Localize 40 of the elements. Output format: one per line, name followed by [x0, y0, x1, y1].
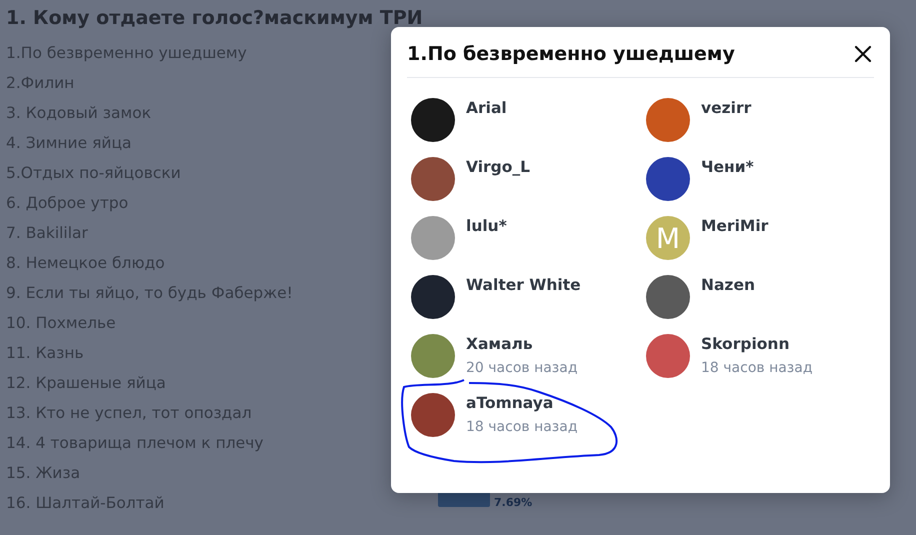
dialog-title: 1.По безвременно ушедшему	[407, 43, 735, 65]
voter-name[interactable]: MeriMir	[701, 216, 768, 236]
poll-option: 9. Если ты яйцо, то будь Фаберже!	[6, 278, 293, 308]
voter-name[interactable]: Nazen	[701, 275, 756, 295]
voter-name[interactable]: lulu*	[466, 216, 507, 236]
poll-option: 3. Кодовый замок	[6, 98, 152, 128]
poll-option: 4. Зимние яйца	[6, 128, 132, 158]
voter-name[interactable]: Хамаль	[466, 334, 578, 354]
poll-option: 14. 4 товарища плечом к плечу	[6, 428, 264, 458]
avatar-photo[interactable]	[646, 157, 690, 201]
voter-name[interactable]: Skorpionn	[701, 334, 813, 354]
voter-name[interactable]: Чени*	[701, 157, 754, 177]
avatar-photo[interactable]	[411, 98, 455, 142]
avatar-photo[interactable]	[646, 275, 690, 319]
voter-name[interactable]: Virgo_L	[466, 157, 530, 177]
voter-name[interactable]: Arial	[466, 98, 507, 118]
poll-option: 7. Bakililar	[6, 218, 88, 248]
poll-option: 12. Крашеные яйца	[6, 368, 166, 398]
voter-name[interactable]: Walter White	[466, 275, 581, 295]
poll-option: 13. Кто не успел, тот опоздал	[6, 398, 252, 428]
result-percent: 7.69%	[494, 496, 532, 509]
poll-option: 8. Немецкое блюдо	[6, 248, 165, 278]
vote-time: 18 часов назад	[701, 359, 813, 378]
vote-time: 20 часов назад	[466, 359, 578, 378]
vote-time: 18 часов назад	[466, 418, 578, 437]
poll-option: 1.По безвременно ушедшему	[6, 38, 247, 68]
poll-question: 1. Кому отдаете голос?маскимум ТРИ	[6, 6, 424, 30]
poll-option: 10. Похмелье	[6, 308, 116, 338]
avatar-photo[interactable]	[411, 275, 455, 319]
poll-option: 15. Жиза	[6, 458, 80, 488]
close-button[interactable]	[852, 43, 874, 65]
poll-option: 5.Отдых по-яйцовски	[6, 158, 181, 188]
poll-option: 2.Филин	[6, 68, 74, 98]
avatar-photo[interactable]	[411, 157, 455, 201]
avatar-photo[interactable]	[411, 393, 455, 437]
poll-option: 11. Казнь	[6, 338, 84, 368]
poll-option: 6. Доброе утро	[6, 188, 128, 218]
voter-name[interactable]: aTomnaya	[466, 393, 578, 413]
poll-option: 16. Шалтай-Болтай	[6, 488, 164, 518]
voter-name[interactable]: vezirr	[701, 98, 752, 118]
